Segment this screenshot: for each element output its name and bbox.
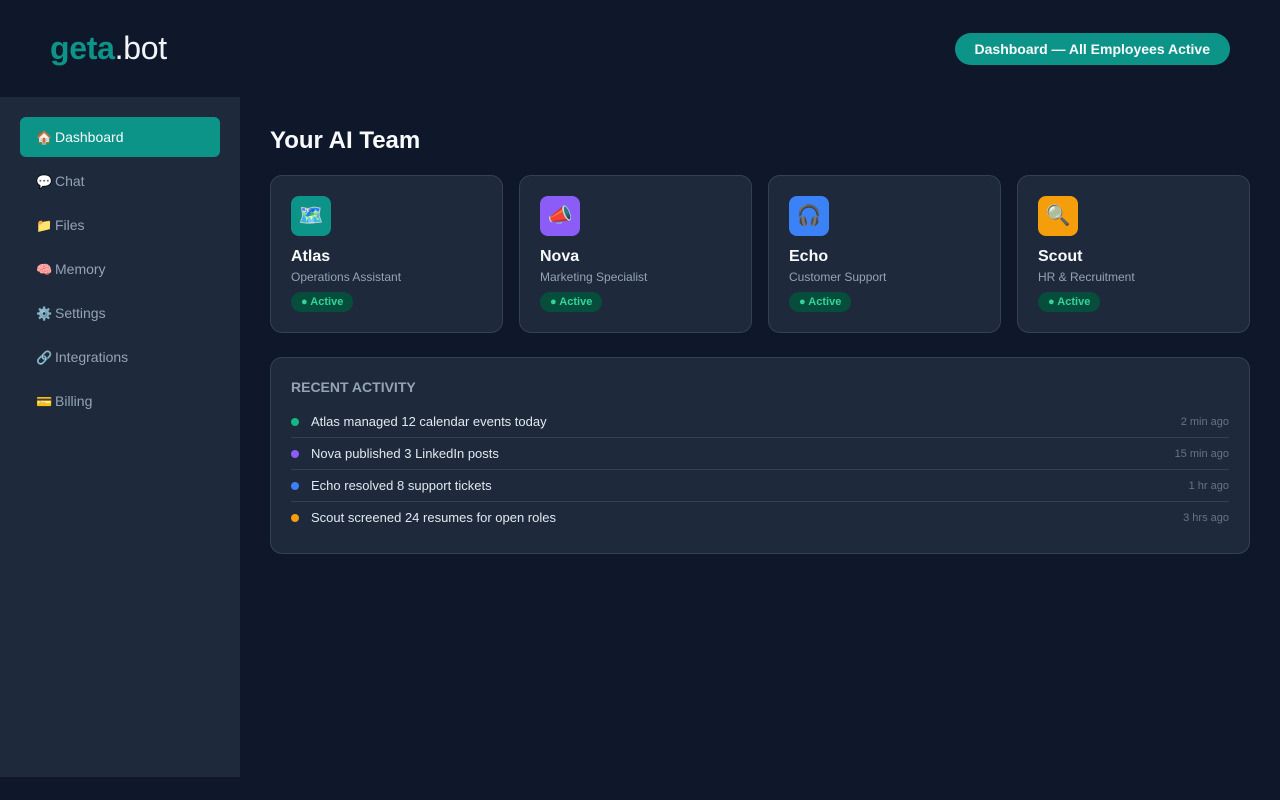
status-dot-icon	[291, 514, 299, 522]
home-icon: 🏠	[36, 130, 53, 145]
status-dot-icon	[291, 418, 299, 426]
activity-item[interactable]: Echo resolved 8 support tickets 1 hr ago	[291, 470, 1229, 502]
employee-name: Atlas	[291, 248, 331, 265]
activity-text: Scout screened 24 resumes for open roles	[311, 510, 556, 525]
sidebar-item-memory[interactable]: 🧠 Memory	[20, 249, 220, 289]
activity-time: 3 hrs ago	[1183, 512, 1229, 524]
activity-title: RECENT ACTIVITY	[291, 379, 416, 395]
activity-text: Atlas managed 12 calendar events today	[311, 414, 547, 429]
employee-name: Nova	[540, 248, 580, 265]
employee-name: Echo	[789, 248, 829, 265]
sidebar-item-label: Dashboard	[55, 129, 124, 145]
activity-item[interactable]: Atlas managed 12 calendar events today 2…	[291, 406, 1229, 438]
activity-time: 15 min ago	[1174, 448, 1229, 460]
sidebar-item-dashboard[interactable]: 🏠 Dashboard	[20, 117, 220, 157]
logo-brand: geta	[50, 30, 115, 66]
employee-card-nova[interactable]: 📣 Nova Marketing Specialist ● Active	[519, 175, 752, 333]
employee-card-atlas[interactable]: 🗺️ Atlas Operations Assistant ● Active	[270, 175, 503, 333]
logo-tld: .bot	[114, 30, 167, 66]
employee-card-scout[interactable]: 🔍 Scout HR & Recruitment ● Active	[1017, 175, 1250, 333]
status-badge: ● Active	[789, 292, 852, 312]
credit-card-icon: 💳	[36, 394, 53, 409]
employee-role: HR & Recruitment	[1038, 270, 1135, 284]
status-dot-icon	[291, 482, 299, 490]
brain-icon: 🧠	[36, 262, 53, 277]
sidebar-item-chat[interactable]: 💬 Chat	[20, 161, 220, 201]
employee-card-echo[interactable]: 🎧 Echo Customer Support ● Active	[768, 175, 1001, 333]
sidebar-item-label: Settings	[55, 305, 106, 321]
sidebar-item-label: Files	[55, 217, 85, 233]
top-bar: geta.bot Dashboard — All Employees Activ…	[0, 0, 1280, 97]
sidebar-item-billing[interactable]: 💳 Billing	[20, 381, 220, 421]
recent-activity-panel: RECENT ACTIVITY Atlas managed 12 calenda…	[270, 357, 1250, 554]
status-badge: ● Active	[291, 292, 354, 312]
activity-item[interactable]: Nova published 3 LinkedIn posts 15 min a…	[291, 438, 1229, 470]
magnifier-icon: 🔍	[1038, 196, 1078, 236]
employee-role: Operations Assistant	[291, 270, 402, 284]
page-title: Your AI Team	[270, 127, 421, 154]
link-icon: 🔗	[36, 350, 53, 365]
map-icon: 🗺️	[291, 196, 331, 236]
headphones-icon: 🎧	[789, 196, 829, 236]
activity-text: Echo resolved 8 support tickets	[311, 478, 492, 493]
sidebar-item-label: Integrations	[55, 349, 129, 365]
status-badge: ● Active	[540, 292, 603, 312]
sidebar: 🏠 Dashboard 💬 Chat 📁 Files 🧠 Memory ⚙️ Settin…	[0, 97, 240, 777]
gear-icon: ⚙️	[36, 306, 53, 321]
megaphone-icon: 📣	[540, 196, 580, 236]
status-pill: Dashboard — All Employees Active	[954, 33, 1230, 65]
logo[interactable]: geta.bot	[50, 29, 167, 67]
sidebar-item-label: Billing	[55, 393, 93, 409]
employee-name: Scout	[1038, 248, 1083, 265]
sidebar-item-files[interactable]: 📁 Files	[20, 205, 220, 245]
employee-role: Marketing Specialist	[540, 270, 648, 284]
activity-item[interactable]: Scout screened 24 resumes for open roles…	[291, 502, 1229, 534]
status-dot-icon	[291, 450, 299, 458]
chat-icon: 💬	[36, 174, 53, 189]
status-badge: ● Active	[1038, 292, 1101, 312]
sidebar-item-integrations[interactable]: 🔗 Integrations	[20, 337, 220, 377]
sidebar-item-label: Chat	[55, 173, 85, 189]
employee-role: Customer Support	[789, 270, 887, 284]
sidebar-item-label: Memory	[55, 261, 106, 277]
sidebar-item-settings[interactable]: ⚙️ Settings	[20, 293, 220, 333]
activity-time: 2 min ago	[1180, 416, 1229, 428]
folder-icon: 📁	[36, 218, 53, 233]
activity-text: Nova published 3 LinkedIn posts	[311, 446, 499, 461]
activity-time: 1 hr ago	[1188, 480, 1229, 492]
